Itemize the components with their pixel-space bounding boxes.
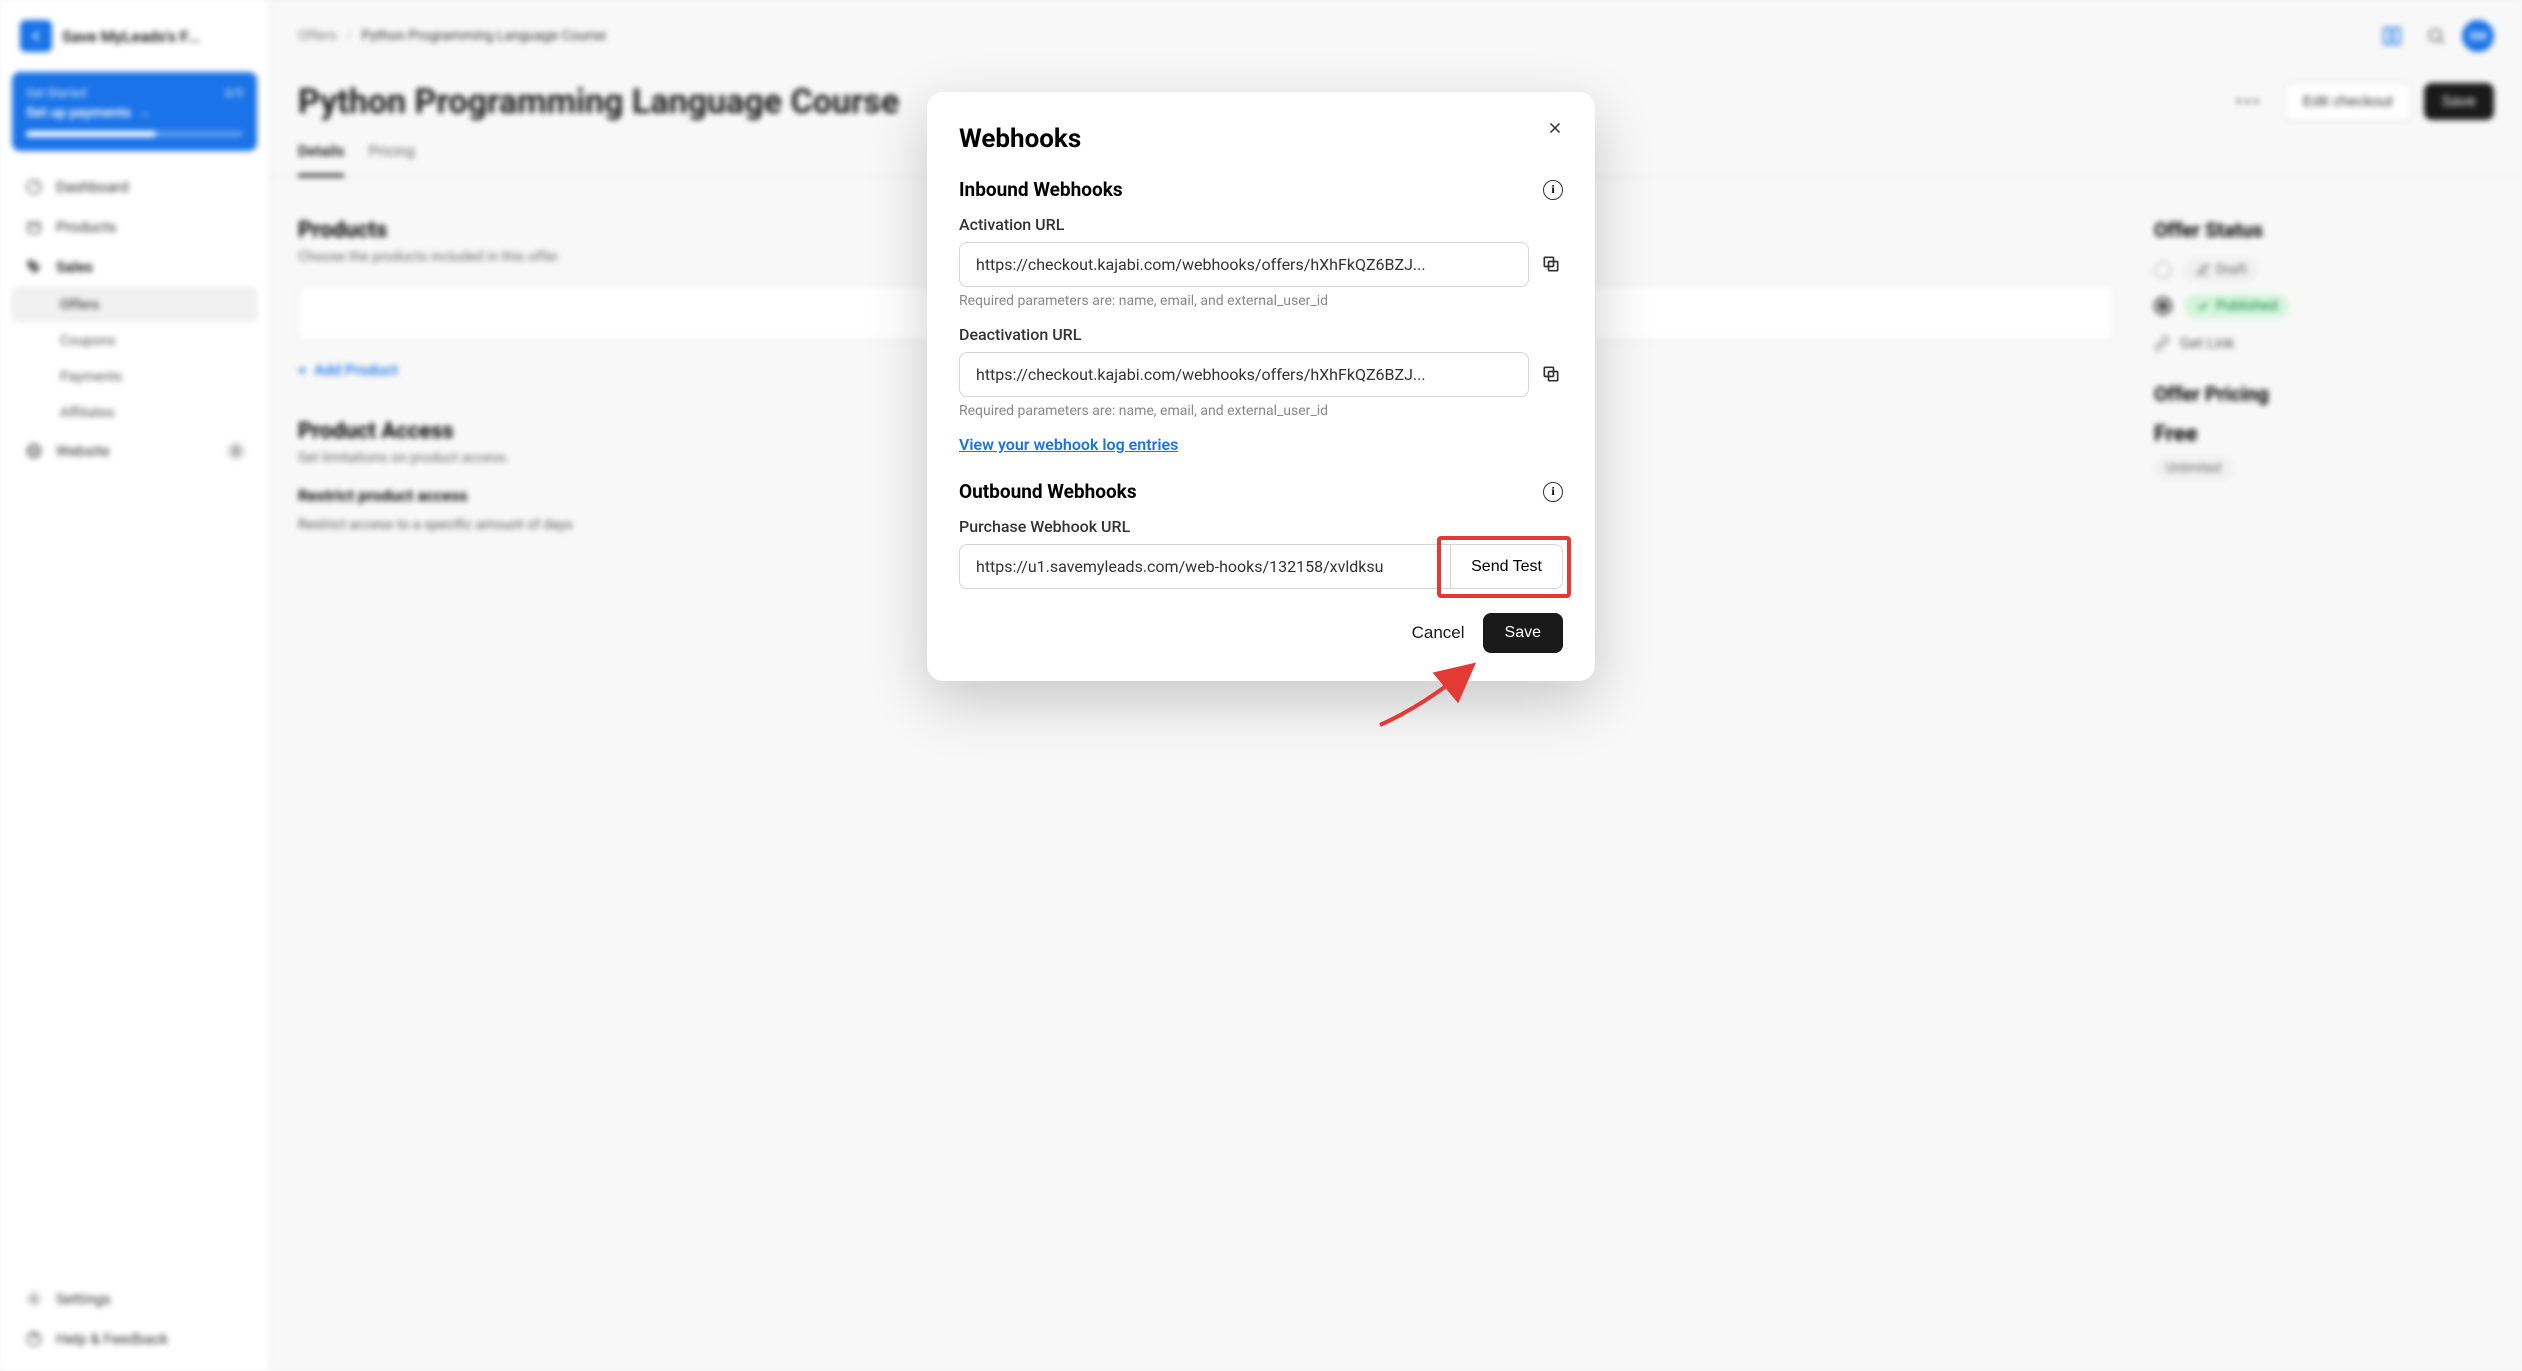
activation-label: Activation URL	[959, 215, 1563, 234]
cancel-button[interactable]: Cancel	[1412, 623, 1465, 643]
copy-icon[interactable]	[1541, 254, 1563, 276]
activation-url-field[interactable]: https://checkout.kajabi.com/webhooks/off…	[959, 242, 1529, 287]
info-icon[interactable]: i	[1543, 180, 1563, 200]
activation-hint: Required parameters are: name, email, an…	[959, 293, 1563, 309]
webhooks-modal: Webhooks Inbound Webhooks i Activation U…	[927, 92, 1595, 681]
deactivation-label: Deactivation URL	[959, 325, 1563, 344]
purchase-url-input[interactable]: https://u1.savemyleads.com/web-hooks/132…	[959, 544, 1450, 589]
log-entries-link[interactable]: View your webhook log entries	[959, 435, 1178, 454]
purchase-label: Purchase Webhook URL	[959, 517, 1563, 536]
annotation-arrow-icon	[1375, 650, 1495, 730]
modal-overlay: Webhooks Inbound Webhooks i Activation U…	[0, 0, 2522, 1371]
modal-title: Webhooks	[959, 124, 1563, 154]
deactivation-hint: Required parameters are: name, email, an…	[959, 403, 1563, 419]
modal-save-button[interactable]: Save	[1483, 613, 1563, 653]
outbound-section-title: Outbound Webhooks	[959, 480, 1137, 503]
copy-icon[interactable]	[1541, 364, 1563, 386]
send-test-button[interactable]: Send Test	[1450, 544, 1563, 589]
close-button[interactable]	[1541, 114, 1569, 142]
close-icon	[1546, 119, 1564, 137]
info-icon[interactable]: i	[1543, 482, 1563, 502]
inbound-section-title: Inbound Webhooks	[959, 178, 1123, 201]
deactivation-url-field[interactable]: https://checkout.kajabi.com/webhooks/off…	[959, 352, 1529, 397]
